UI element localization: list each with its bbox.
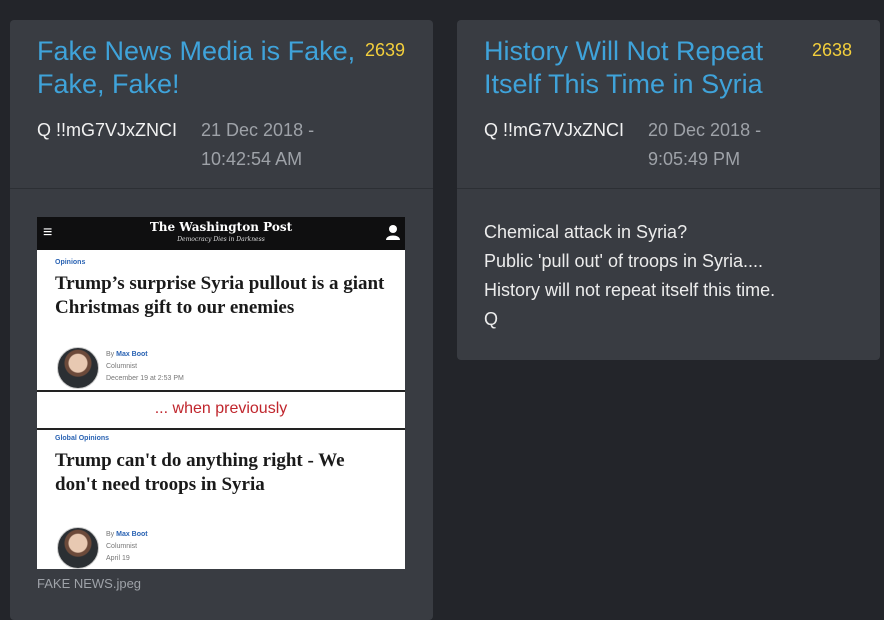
post-body-line: Public 'pull out' of troops in Syria.... xyxy=(484,251,764,271)
post-header: Fake News Media is Fake, Fake, Fake! 263… xyxy=(10,20,433,189)
post-title-link[interactable]: Fake News Media is Fake, Fake, Fake! xyxy=(37,35,357,101)
wapo-masthead: The Washington Post xyxy=(149,220,293,234)
author-avatar xyxy=(57,347,99,389)
byline-by: By xyxy=(106,351,115,358)
post-card: Fake News Media is Fake, Fake, Fake! 263… xyxy=(10,20,433,620)
post-card: History Will Not Repeat Itself This Time… xyxy=(457,20,880,360)
post-date: 21 Dec 2018 - 10:42:54 AM xyxy=(201,120,315,169)
article-headline: Trump can't do anything right - We don't… xyxy=(55,450,345,495)
post-body: Chemical attack in Syria? Public 'pull o… xyxy=(484,218,775,334)
post-author: Q !!mG7VJxZNCI xyxy=(37,120,178,140)
post-title-link[interactable]: History Will Not Repeat Itself This Time… xyxy=(484,35,804,101)
byline-date: April 19 xyxy=(106,555,130,562)
wapo-top-bar: ≡ The Washington Post Democracy Dies in … xyxy=(37,217,405,250)
divider-text: ... when previously xyxy=(154,400,288,417)
byline-author: Max Boot xyxy=(116,531,148,538)
author-avatar xyxy=(57,527,99,569)
post-number[interactable]: 2639 xyxy=(365,40,405,61)
post-image[interactable]: ≡ The Washington Post Democracy Dies in … xyxy=(37,217,405,569)
post-body-line: History will not repeat itself this time… xyxy=(484,280,776,300)
byline-author: Max Boot xyxy=(116,351,148,358)
divider-band: ... when previously xyxy=(37,390,405,430)
user-icon xyxy=(386,225,400,240)
post-header: History Will Not Repeat Itself This Time… xyxy=(457,20,880,189)
article-headline: Trump’s surprise Syria pullout is a gian… xyxy=(55,273,385,318)
byline-role: Columnist xyxy=(106,363,138,370)
article-section: Global Opinions xyxy=(55,435,110,442)
post-date: 20 Dec 2018 - 9:05:49 PM xyxy=(648,120,762,169)
post-author: Q !!mG7VJxZNCI xyxy=(484,120,625,140)
post-number[interactable]: 2638 xyxy=(812,40,852,61)
image-filename[interactable]: FAKE NEWS.jpeg xyxy=(37,576,141,591)
byline-role: Columnist xyxy=(106,543,138,550)
post-body-line: Chemical attack in Syria? xyxy=(484,222,688,242)
article-byline: By Max Boot Columnist December 19 at 2:5… xyxy=(106,349,184,385)
post-body-line: Q xyxy=(484,309,499,329)
article-byline: By Max Boot Columnist April 19 xyxy=(106,529,148,565)
byline-by: By xyxy=(106,531,115,538)
wapo-tagline: Democracy Dies in Darkness xyxy=(177,236,265,243)
byline-date: December 19 at 2:53 PM xyxy=(106,375,184,382)
article-section: Opinions xyxy=(55,259,86,266)
